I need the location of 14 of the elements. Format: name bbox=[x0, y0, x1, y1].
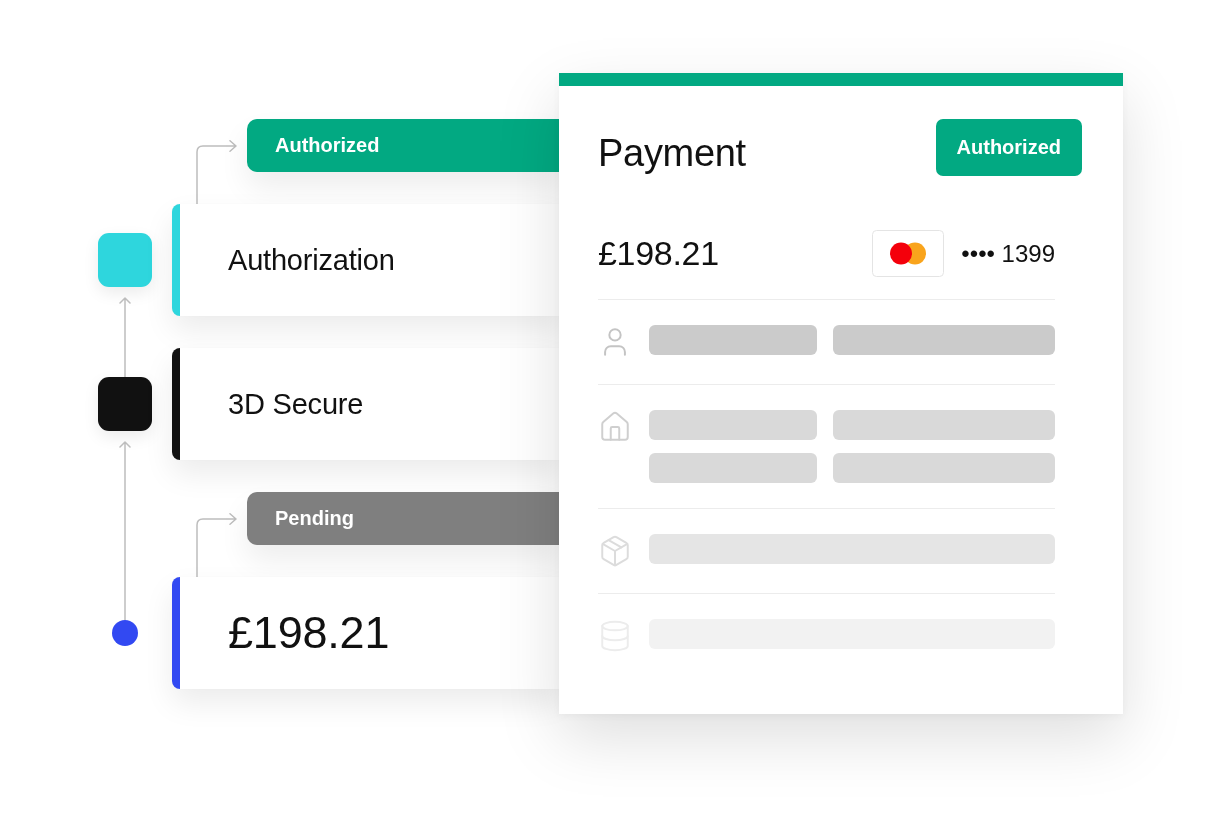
step-title: 3D Secure bbox=[228, 387, 364, 421]
card-number: •••• 1399 bbox=[961, 239, 1055, 268]
elbow-arrow bbox=[196, 513, 238, 577]
card-logo-icon bbox=[872, 230, 945, 277]
step-title: £198.21 bbox=[228, 607, 390, 659]
step-title: Authorization bbox=[228, 243, 395, 277]
status-tag: Authorized bbox=[247, 119, 559, 172]
elbow-arrow bbox=[196, 140, 238, 204]
status-tag: Pending bbox=[247, 492, 559, 545]
package-icon bbox=[598, 534, 632, 568]
house-icon bbox=[598, 410, 632, 444]
panel-title: Payment bbox=[598, 132, 746, 175]
status-badge: Authorized bbox=[935, 119, 1082, 176]
payment-amount: £198.21 bbox=[598, 234, 719, 273]
